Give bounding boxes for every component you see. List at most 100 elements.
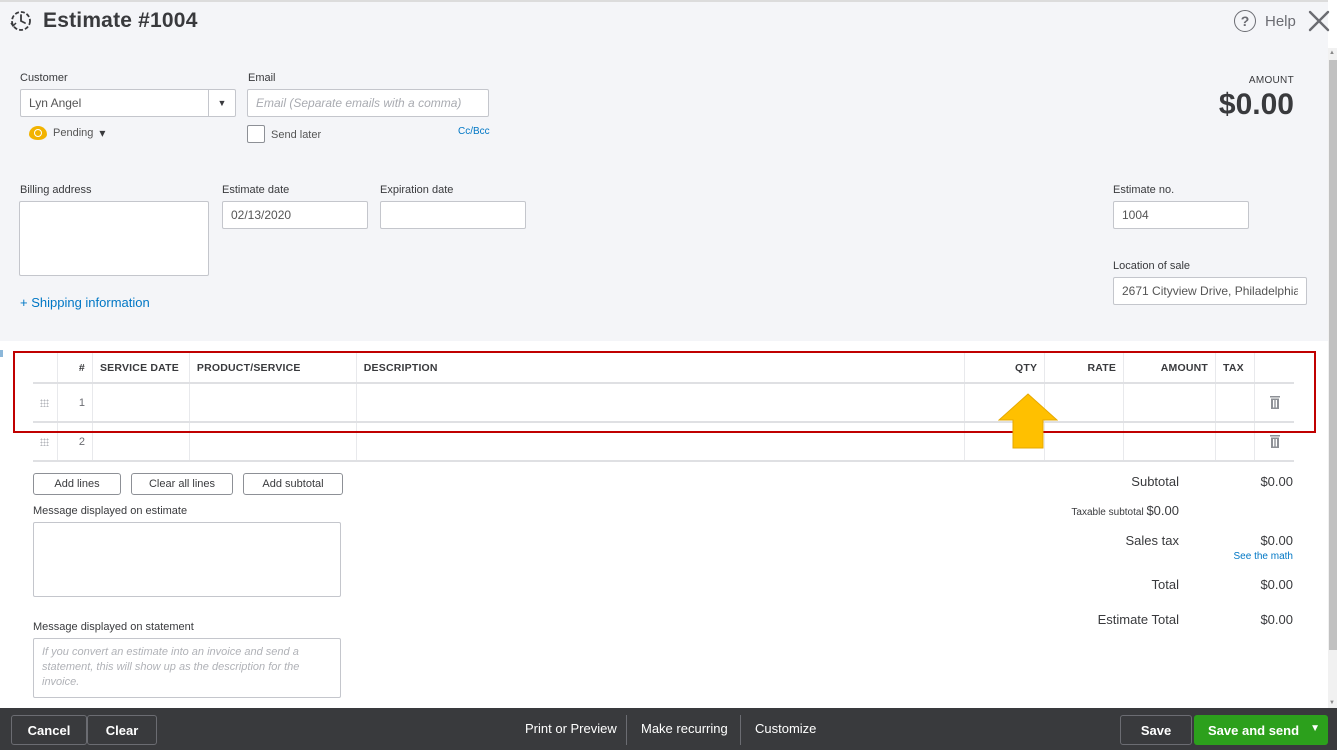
- location-of-sale-label: Location of sale: [1113, 260, 1191, 272]
- tax-cell[interactable]: [1216, 423, 1256, 460]
- status-dropdown[interactable]: Pending ▾: [29, 126, 105, 140]
- estimate-no-field[interactable]: 1004: [1113, 201, 1249, 229]
- col-tax[interactable]: TAX: [1216, 353, 1256, 382]
- description-cell[interactable]: [357, 423, 966, 460]
- scrollbar-thumb[interactable]: [1329, 60, 1337, 650]
- drag-handle-icon: [40, 398, 50, 407]
- col-amount[interactable]: AMOUNT: [1124, 353, 1217, 382]
- shipping-information-link[interactable]: + Shipping information: [20, 295, 150, 310]
- description-cell[interactable]: [357, 384, 966, 421]
- sales-tax-value: $0.00: [1260, 533, 1293, 548]
- table-row[interactable]: 1: [33, 384, 1294, 423]
- estimate-date-label: Estimate date: [222, 184, 290, 196]
- estimate-date-field[interactable]: 02/13/2020: [222, 201, 368, 229]
- col-drag: [33, 353, 58, 382]
- caret-down-icon: ▾: [99, 126, 106, 140]
- status-label: Pending: [53, 127, 94, 139]
- cancel-button[interactable]: Cancel: [11, 715, 87, 745]
- amount-cell[interactable]: [1124, 423, 1217, 460]
- location-of-sale-field[interactable]: 2671 Cityview Drive, Philadelphia: [1113, 277, 1307, 305]
- total-label: Total: [1151, 577, 1179, 592]
- customer-label: Customer: [20, 72, 68, 84]
- delete-row-button[interactable]: [1255, 384, 1294, 421]
- clear-button[interactable]: Clear: [87, 715, 157, 745]
- expiration-date-label: Expiration date: [380, 184, 454, 196]
- help-button[interactable]: ? Help: [1234, 10, 1296, 32]
- row-number: 2: [58, 423, 93, 460]
- product-service-cell[interactable]: [190, 423, 357, 460]
- message-estimate-label: Message displayed on estimate: [33, 505, 188, 517]
- customer-select[interactable]: Lyn Angel ▼: [20, 89, 236, 117]
- pending-status-icon: [29, 126, 47, 140]
- col-qty[interactable]: QTY: [965, 353, 1046, 382]
- help-icon: ?: [1234, 10, 1256, 32]
- customize-link[interactable]: Customize: [755, 721, 816, 736]
- email-placeholder: Email (Separate emails with a comma): [256, 96, 462, 110]
- scroll-up-icon[interactable]: ▲: [1329, 50, 1335, 56]
- help-label: Help: [1265, 12, 1296, 30]
- col-product-service[interactable]: PRODUCT/SERVICE: [190, 353, 357, 382]
- amount-value: $0.00: [1218, 88, 1294, 121]
- message-statement-label: Message displayed on statement: [33, 621, 194, 633]
- col-description[interactable]: DESCRIPTION: [357, 353, 966, 382]
- col-rate[interactable]: RATE: [1045, 353, 1125, 382]
- print-preview-link[interactable]: Print or Preview: [525, 721, 617, 736]
- clear-all-lines-button[interactable]: Clear all lines: [131, 473, 233, 495]
- save-and-send-label: Save and send: [1208, 722, 1300, 738]
- customer-value: Lyn Angel: [29, 96, 82, 110]
- drag-handle[interactable]: [33, 423, 58, 460]
- send-later-label: Send later: [271, 129, 322, 141]
- estimate-date-value: 02/13/2020: [231, 208, 292, 222]
- taxable-subtotal: Taxable subtotal $0.00: [1071, 503, 1179, 518]
- expiration-date-field[interactable]: [380, 201, 526, 229]
- line-items-table: # SERVICE DATE PRODUCT/SERVICE DESCRIPTI…: [33, 353, 1294, 462]
- service-date-cell[interactable]: [93, 384, 190, 421]
- email-field[interactable]: Email (Separate emails with a comma): [247, 89, 489, 117]
- estimate-no-label: Estimate no.: [1113, 184, 1175, 196]
- message-statement-field[interactable]: If you convert an estimate into an invoi…: [33, 638, 341, 698]
- col-delete: [1255, 353, 1294, 382]
- service-date-cell[interactable]: [93, 423, 190, 460]
- col-service-date[interactable]: SERVICE DATE: [93, 353, 190, 382]
- total-value: $0.00: [1260, 577, 1293, 592]
- subtotal-value: $0.00: [1260, 474, 1293, 489]
- billing-address-field[interactable]: [19, 201, 209, 276]
- email-label: Email: [248, 72, 276, 84]
- recent-transactions-icon[interactable]: [9, 9, 33, 33]
- page-title: Estimate #1004: [43, 9, 198, 32]
- amount-label: AMOUNT: [1248, 75, 1294, 86]
- estimate-no-value: 1004: [1122, 208, 1149, 222]
- footer-divider: [740, 715, 741, 745]
- taxable-subtotal-label: Taxable subtotal: [1071, 507, 1144, 518]
- close-icon[interactable]: [1306, 8, 1332, 34]
- location-of-sale-value: 2671 Cityview Drive, Philadelphia: [1122, 284, 1298, 298]
- add-lines-button[interactable]: Add lines: [33, 473, 121, 495]
- save-and-send-button[interactable]: Save and send ▼: [1194, 715, 1328, 745]
- add-subtotal-button[interactable]: Add subtotal: [243, 473, 343, 495]
- billing-address-label: Billing address: [20, 184, 92, 196]
- message-estimate-field[interactable]: [33, 522, 341, 597]
- sales-tax-label: Sales tax: [1125, 533, 1179, 548]
- table-header-row: # SERVICE DATE PRODUCT/SERVICE DESCRIPTI…: [33, 353, 1294, 384]
- cc-bcc-link[interactable]: Cc/Bcc: [458, 126, 490, 137]
- tax-cell[interactable]: [1216, 384, 1256, 421]
- product-service-cell[interactable]: [190, 384, 357, 421]
- taxable-subtotal-value: $0.00: [1146, 503, 1179, 518]
- drag-handle-icon: [40, 437, 50, 446]
- estimate-total-label: Estimate Total: [1097, 612, 1179, 627]
- amount-cell[interactable]: [1124, 384, 1217, 421]
- scroll-down-icon[interactable]: ▼: [1329, 700, 1335, 706]
- chevron-down-icon[interactable]: ▼: [208, 90, 235, 116]
- row-number: 1: [58, 384, 93, 421]
- chevron-down-icon[interactable]: ▼: [1310, 723, 1320, 734]
- send-later-checkbox[interactable]: [247, 125, 265, 143]
- table-row[interactable]: 2: [33, 423, 1294, 462]
- drag-handle[interactable]: [33, 384, 58, 421]
- save-button[interactable]: Save: [1120, 715, 1192, 745]
- delete-row-button[interactable]: [1255, 423, 1294, 460]
- estimate-total-value: $0.00: [1260, 612, 1293, 627]
- trash-icon: [1269, 396, 1280, 409]
- make-recurring-link[interactable]: Make recurring: [641, 721, 728, 736]
- arrow-up-annotation-icon: [998, 393, 1058, 449]
- see-the-math-link[interactable]: See the math: [1234, 551, 1293, 562]
